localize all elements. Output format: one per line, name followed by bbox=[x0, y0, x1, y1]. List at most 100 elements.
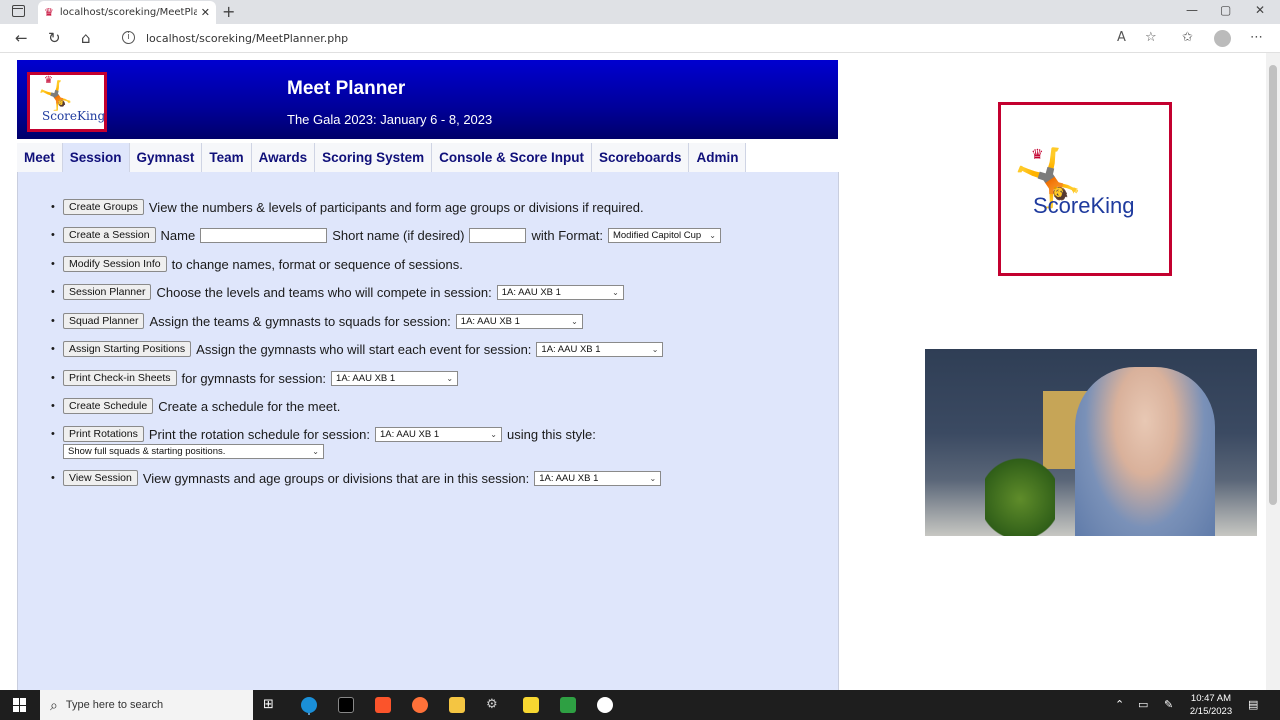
check-in-description: for gymnasts for session: bbox=[181, 370, 327, 386]
notifications-icon[interactable]: ▤ bbox=[1248, 698, 1258, 711]
bullet: • bbox=[51, 372, 55, 384]
view-session-description: View gymnasts and age groups or division… bbox=[142, 470, 530, 486]
chevron-down-icon: ⌄ bbox=[490, 429, 497, 439]
refresh-icon[interactable]: ↻ bbox=[48, 29, 61, 47]
create-groups-description: View the numbers & levels of participant… bbox=[148, 199, 644, 215]
squad-planner-select[interactable]: 1A: AAU XB 1 ⌄ bbox=[455, 313, 583, 329]
format-select[interactable]: Modified Capitol Cup ⌄ bbox=[607, 227, 721, 243]
logo-text: ScoreKing bbox=[42, 109, 106, 123]
nav-scoreboards[interactable]: Scoreboards bbox=[591, 143, 690, 172]
sidebar-toggle-icon[interactable] bbox=[12, 5, 25, 17]
edge-browser-icon[interactable] bbox=[301, 697, 317, 713]
nav-scoring-system[interactable]: Scoring System bbox=[315, 143, 433, 172]
list-item: • Create Schedule Create a schedule for … bbox=[51, 398, 345, 414]
check-in-select[interactable]: 1A: AAU XB 1 ⌄ bbox=[331, 370, 459, 386]
taskbar-clock[interactable]: 10:47 AM 2/15/2023 bbox=[1185, 692, 1237, 718]
chevron-down-icon: ⌄ bbox=[709, 230, 716, 240]
firefox-icon[interactable] bbox=[412, 697, 428, 713]
address-bar: ← ↻ ⌂ i localhost/scoreking/MeetPlanner.… bbox=[0, 24, 1280, 53]
plant bbox=[985, 454, 1055, 536]
show-hidden-icons-icon[interactable]: ⌃ bbox=[1115, 698, 1124, 711]
windows-start-icon[interactable] bbox=[13, 698, 27, 712]
assign-starting-positions-button[interactable]: Assign Starting Positions bbox=[63, 341, 192, 357]
more-menu-icon[interactable]: ⋯ bbox=[1250, 30, 1263, 45]
spreadsheet-icon[interactable] bbox=[560, 697, 576, 713]
session-name-input[interactable] bbox=[200, 227, 328, 243]
scrollbar-thumb[interactable] bbox=[1269, 65, 1277, 505]
bullet: • bbox=[51, 343, 55, 355]
list-item: • Create Groups View the numbers & level… bbox=[51, 199, 649, 215]
sticky-notes-icon[interactable] bbox=[523, 697, 539, 713]
view-session-button[interactable]: View Session bbox=[63, 470, 138, 486]
nav-team[interactable]: Team bbox=[202, 143, 252, 172]
clock-date: 2/15/2023 bbox=[1189, 706, 1233, 717]
add-favorite-icon[interactable]: ☆ bbox=[1145, 30, 1157, 45]
task-view-icon[interactable]: ⊞ bbox=[263, 697, 279, 713]
page-header: ♛ 🤸 ScoreKing Meet Planner The Gala 2023… bbox=[17, 60, 838, 139]
select-value: 1A: AAU XB 1 bbox=[541, 343, 601, 355]
recording-app-icon[interactable] bbox=[597, 697, 613, 713]
squad-planner-button[interactable]: Squad Planner bbox=[63, 313, 145, 329]
file-explorer-icon[interactable] bbox=[449, 697, 465, 713]
chevron-down-icon: ⌄ bbox=[571, 316, 578, 326]
session-planner-description: Choose the levels and teams who will com… bbox=[156, 284, 492, 300]
session-planner-button[interactable]: Session Planner bbox=[63, 284, 152, 300]
create-session-button[interactable]: Create a Session bbox=[63, 227, 156, 243]
session-content-panel: • Create Groups View the numbers & level… bbox=[17, 172, 839, 690]
close-window-icon[interactable]: ✕ bbox=[1255, 3, 1265, 17]
pen-icon[interactable]: ✎ bbox=[1164, 698, 1173, 711]
profile-avatar[interactable] bbox=[1214, 30, 1231, 47]
rotations-select[interactable]: 1A: AAU XB 1 ⌄ bbox=[375, 426, 502, 442]
minimize-icon[interactable]: — bbox=[1186, 3, 1198, 17]
nav-console-score-input[interactable]: Console & Score Input bbox=[432, 143, 592, 172]
read-aloud-icon[interactable]: A bbox=[1117, 30, 1126, 45]
network-icon[interactable]: ▭ bbox=[1138, 698, 1148, 711]
home-icon[interactable]: ⌂ bbox=[81, 29, 91, 47]
chevron-down-icon: ⌄ bbox=[446, 373, 454, 383]
windows-taskbar: ⌕ Type here to search ⊞ ⚙ ⌃ ▭ ✎ 10:47 AM… bbox=[0, 690, 1280, 720]
modify-session-info-button[interactable]: Modify Session Info bbox=[63, 256, 167, 272]
rotation-style-select[interactable]: Show full squads & starting positions. ⌄ bbox=[63, 444, 324, 459]
search-placeholder: Type here to search bbox=[65, 699, 164, 711]
close-tab-icon[interactable]: ✕ bbox=[201, 6, 210, 19]
nav-session[interactable]: Session bbox=[62, 143, 130, 172]
starting-positions-select[interactable]: 1A: AAU XB 1 ⌄ bbox=[536, 341, 664, 357]
bullet: • bbox=[51, 472, 55, 484]
print-check-in-sheets-button[interactable]: Print Check-in Sheets bbox=[63, 370, 177, 386]
short-name-label: Short name (if desired) bbox=[332, 227, 465, 243]
search-icon: ⌕ bbox=[50, 696, 58, 713]
settings-gear-icon[interactable]: ⚙ bbox=[486, 697, 502, 713]
info-icon[interactable]: i bbox=[122, 31, 135, 44]
maximize-icon[interactable]: ▢ bbox=[1220, 3, 1231, 17]
modify-session-description: to change names, format or sequence of s… bbox=[171, 256, 463, 272]
create-groups-button[interactable]: Create Groups bbox=[63, 199, 144, 215]
view-session-select[interactable]: 1A: AAU XB 1 ⌄ bbox=[534, 470, 662, 486]
url-field[interactable]: localhost/scoreking/MeetPlanner.php bbox=[146, 32, 348, 45]
short-name-input[interactable] bbox=[469, 227, 527, 243]
select-value: 1A: AAU XB 1 bbox=[460, 315, 520, 327]
browser-tab[interactable]: ♛ localhost/scoreking/MeetPlanner.php ✕ bbox=[38, 1, 216, 24]
chevron-down-icon: ⌄ bbox=[649, 473, 657, 483]
create-schedule-button[interactable]: Create Schedule bbox=[63, 398, 154, 414]
taskbar-search[interactable]: ⌕ Type here to search bbox=[40, 690, 253, 720]
session-name-label: Name bbox=[160, 227, 196, 243]
nav-gymnast[interactable]: Gymnast bbox=[129, 143, 203, 172]
back-icon[interactable]: ← bbox=[15, 29, 28, 47]
terminal-icon[interactable] bbox=[338, 697, 354, 713]
select-value: 1A: AAU XB 1 bbox=[380, 428, 440, 440]
session-planner-select[interactable]: 1A: AAU XB 1 ⌄ bbox=[496, 284, 624, 300]
page-scrollbar[interactable] bbox=[1266, 53, 1280, 690]
favorites-icon[interactable]: ✩ bbox=[1182, 30, 1193, 45]
select-value: 1A: AAU XB 1 bbox=[336, 372, 396, 384]
gymnast-figure-icon: 🤸 bbox=[38, 79, 73, 112]
brave-browser-icon[interactable] bbox=[375, 697, 391, 713]
list-item: • Session Planner Choose the levels and … bbox=[51, 284, 624, 300]
new-tab-icon[interactable]: + bbox=[222, 2, 235, 21]
print-rotations-button[interactable]: Print Rotations bbox=[63, 426, 144, 442]
nav-admin[interactable]: Admin bbox=[689, 143, 747, 172]
large-logo-text: ScoreKing bbox=[1033, 193, 1135, 218]
rotation-style-row: Show full squads & starting positions. ⌄ bbox=[63, 444, 324, 459]
nav-meet[interactable]: Meet bbox=[17, 143, 63, 172]
nav-awards[interactable]: Awards bbox=[251, 143, 316, 172]
squad-planner-description: Assign the teams & gymnasts to squads fo… bbox=[149, 313, 451, 329]
